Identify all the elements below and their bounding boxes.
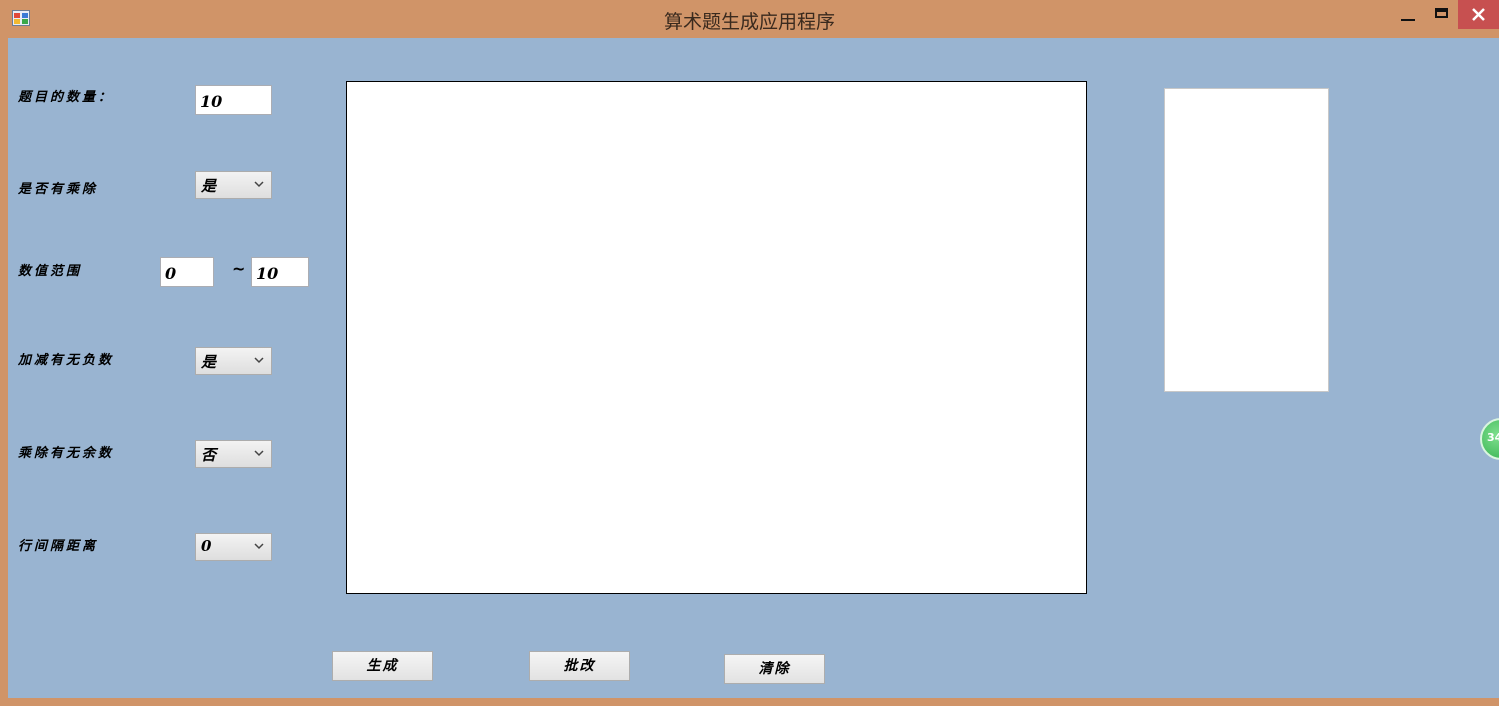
remainder-label: 乘除有无余数	[18, 446, 115, 461]
close-icon	[1472, 8, 1485, 21]
chevron-down-icon	[254, 181, 264, 188]
spacing-label: 行间隔距离	[18, 539, 99, 554]
close-button[interactable]	[1458, 0, 1499, 29]
clear-button[interactable]: 清除	[724, 654, 825, 684]
muldiv-select[interactable]: 是	[195, 171, 272, 199]
chevron-down-icon	[254, 543, 264, 550]
count-label: 题目的数量：	[18, 90, 115, 105]
client-area: 题目的数量： 是否有乘除 是 数值范围 ~ 加减有无负数 是 乘除有无余数 否 …	[8, 38, 1499, 698]
remainder-select[interactable]: 否	[195, 440, 272, 468]
questions-textarea[interactable]	[346, 81, 1087, 594]
remainder-select-value: 否	[201, 446, 217, 464]
negative-label: 加减有无负数	[18, 353, 115, 368]
muldiv-select-value: 是	[201, 177, 217, 195]
minimize-button[interactable]	[1390, 0, 1426, 29]
app-window: 算术题生成应用程序 题目的数量： 是否有乘除 是 数值范围 ~ 加减有无负数 是…	[0, 0, 1499, 706]
count-input[interactable]	[195, 85, 272, 115]
negative-select-value: 是	[201, 353, 217, 371]
chevron-down-icon	[254, 357, 264, 364]
spacing-select[interactable]: 0	[195, 533, 272, 561]
maximize-button[interactable]	[1426, 0, 1458, 29]
results-panel[interactable]	[1164, 88, 1329, 392]
muldiv-label: 是否有乘除	[18, 182, 99, 197]
title-bar[interactable]: 算术题生成应用程序	[0, 0, 1499, 38]
range-separator: ~	[232, 259, 246, 278]
window-title: 算术题生成应用程序	[663, 11, 835, 33]
range-max-input[interactable]	[251, 257, 309, 287]
generate-button[interactable]: 生成	[332, 651, 433, 681]
spacing-select-value: 0	[201, 537, 212, 555]
range-min-input[interactable]	[160, 257, 214, 287]
negative-select[interactable]: 是	[195, 347, 272, 375]
chevron-down-icon	[254, 450, 264, 457]
range-label: 数值范围	[18, 264, 83, 279]
floating-widget-badge: 34	[1487, 431, 1499, 444]
grade-button[interactable]: 批改	[529, 651, 630, 681]
